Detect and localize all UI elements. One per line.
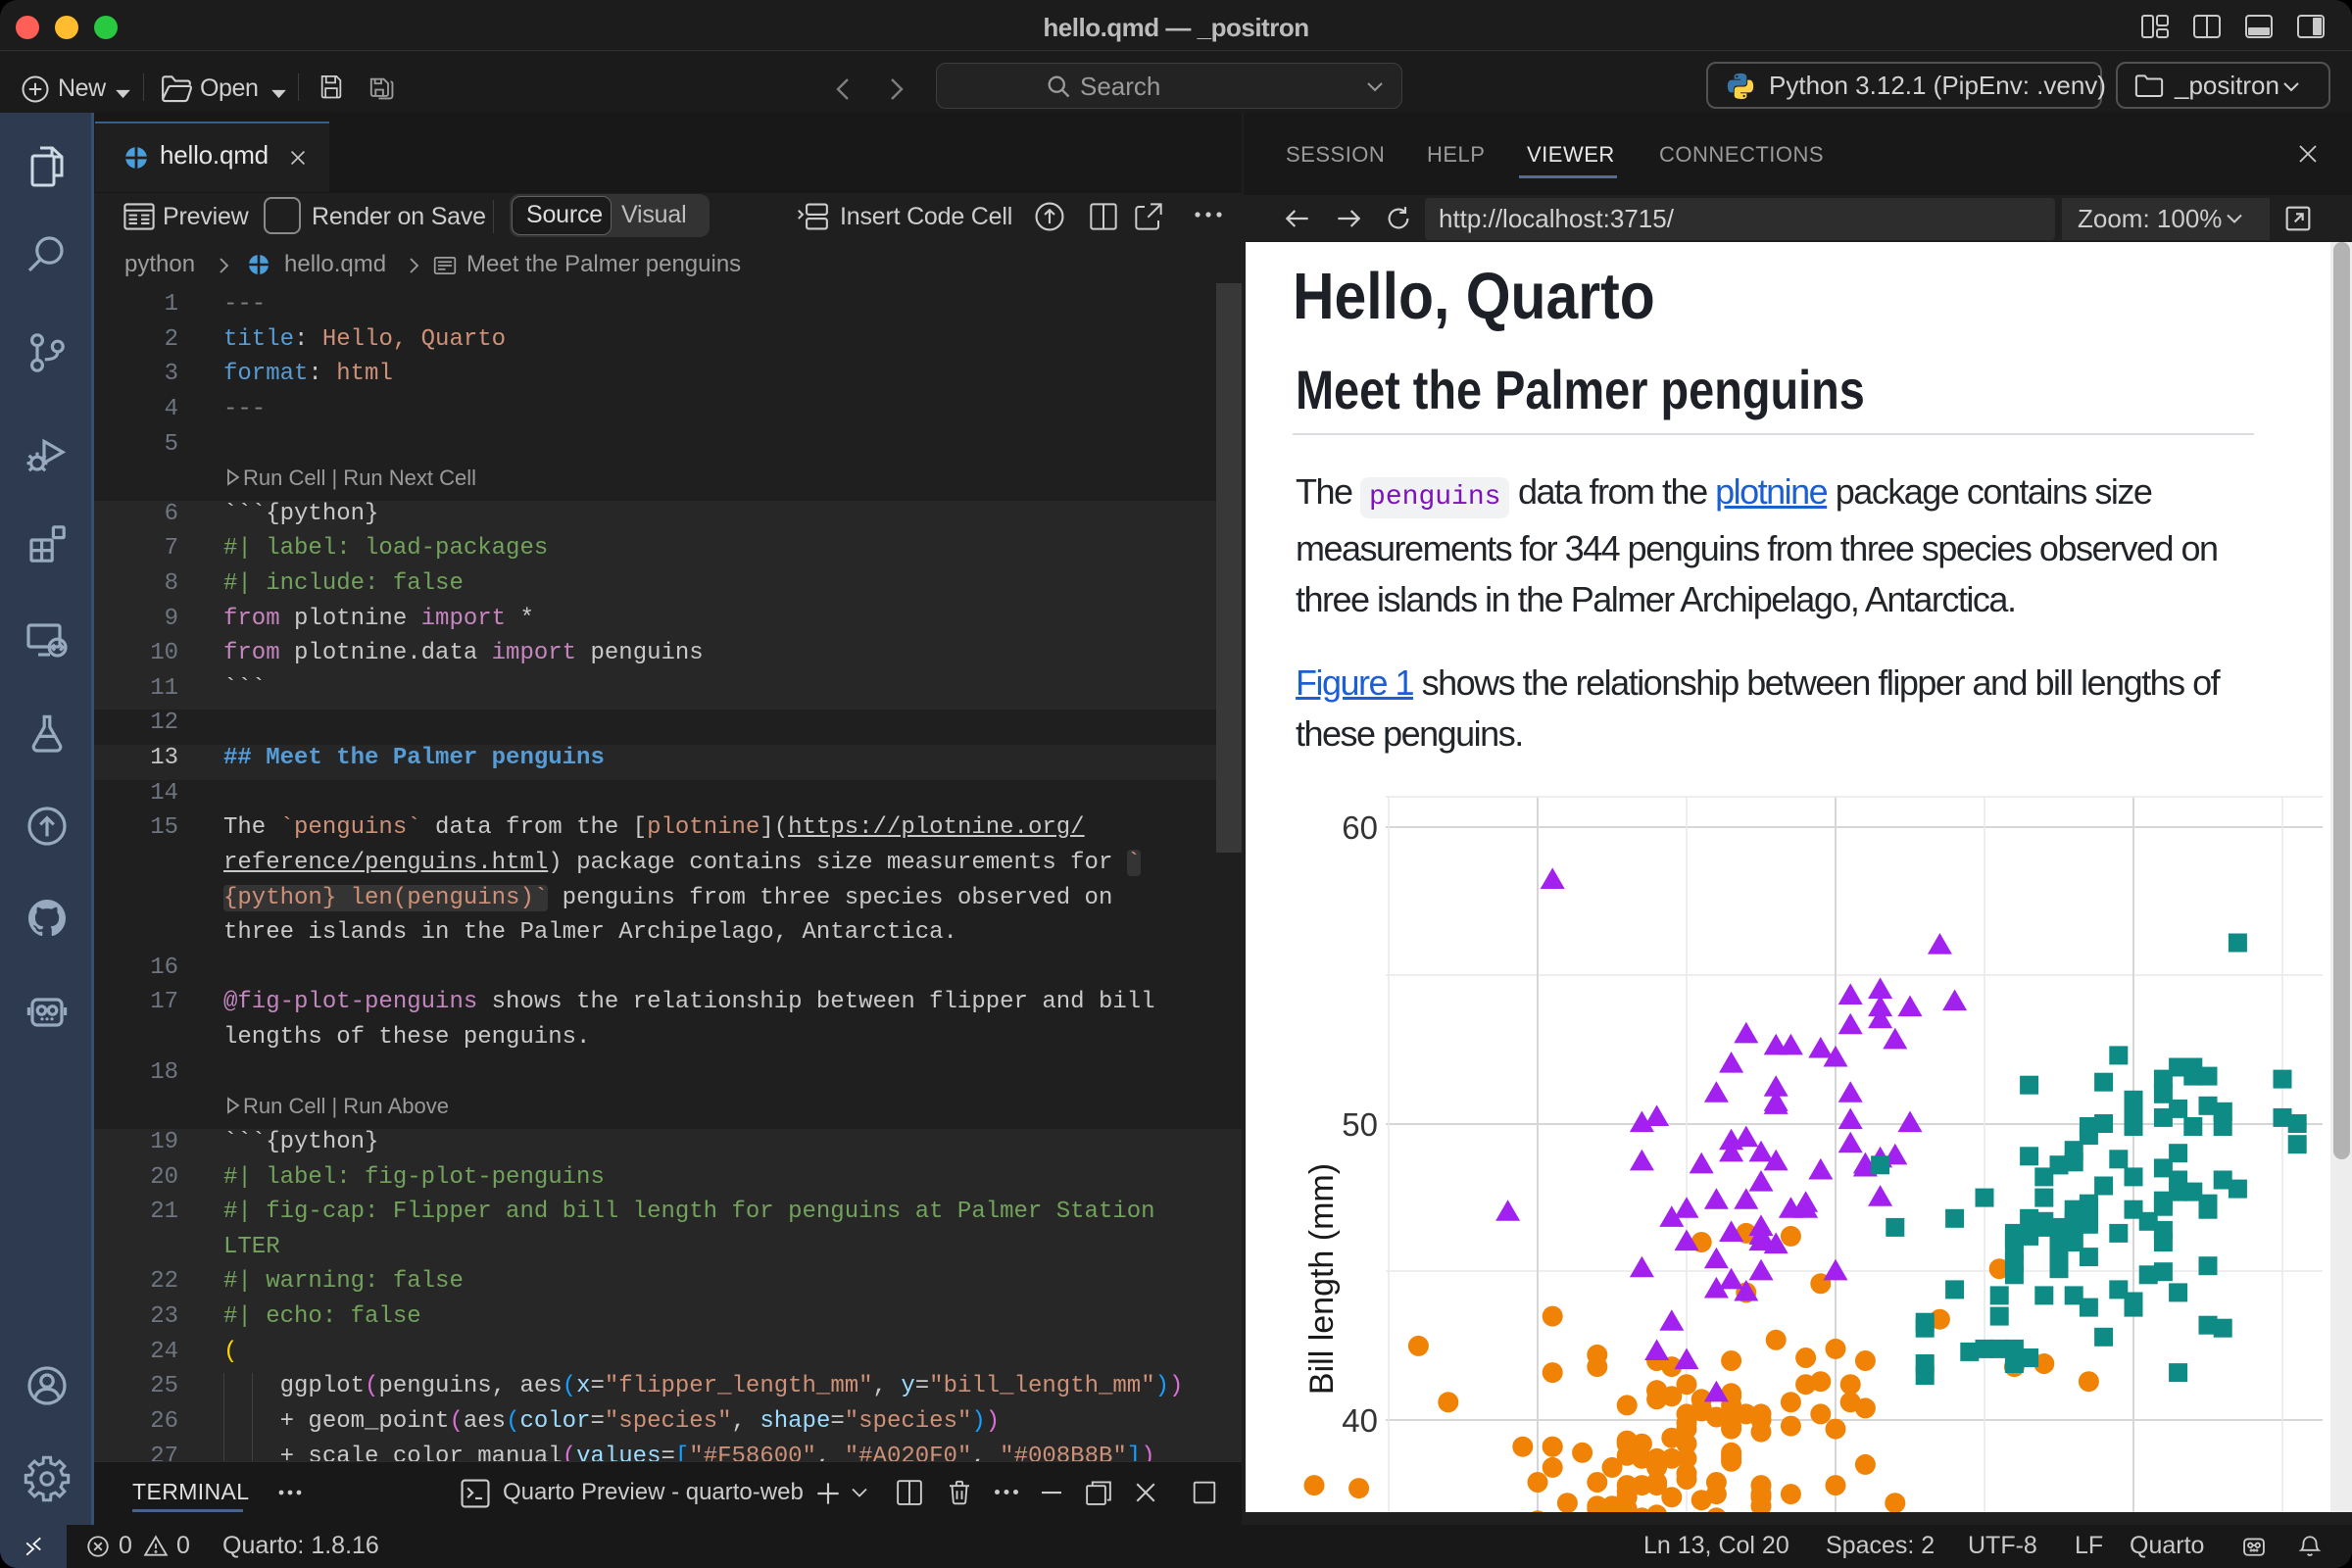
svg-text:40: 40: [1342, 1402, 1378, 1439]
svg-text:50: 50: [1342, 1106, 1378, 1143]
svg-text:60: 60: [1342, 809, 1378, 846]
svg-text:Bill length (mm): Bill length (mm): [1303, 1163, 1341, 1395]
